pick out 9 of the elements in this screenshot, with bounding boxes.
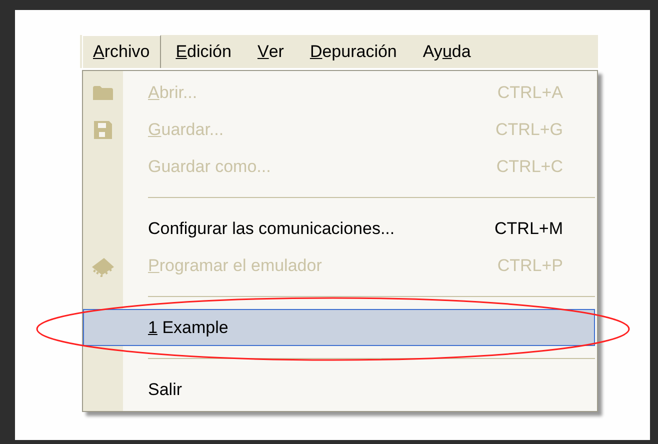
menu-title[interactable]: Depuración [298,35,408,68]
menu-item[interactable]: 1 Example [83,309,595,346]
menu-title[interactable]: Ayuda [412,35,482,68]
menu-title[interactable]: Archivo [82,35,161,68]
menu-item[interactable]: Salir [123,371,597,408]
folder-icon [92,84,114,102]
menu-title[interactable]: Edición [164,35,242,68]
menu-title[interactable]: Ver [246,35,295,68]
menu-item[interactable]: Configurar las comunicaciones... CTRL+M [123,210,597,247]
